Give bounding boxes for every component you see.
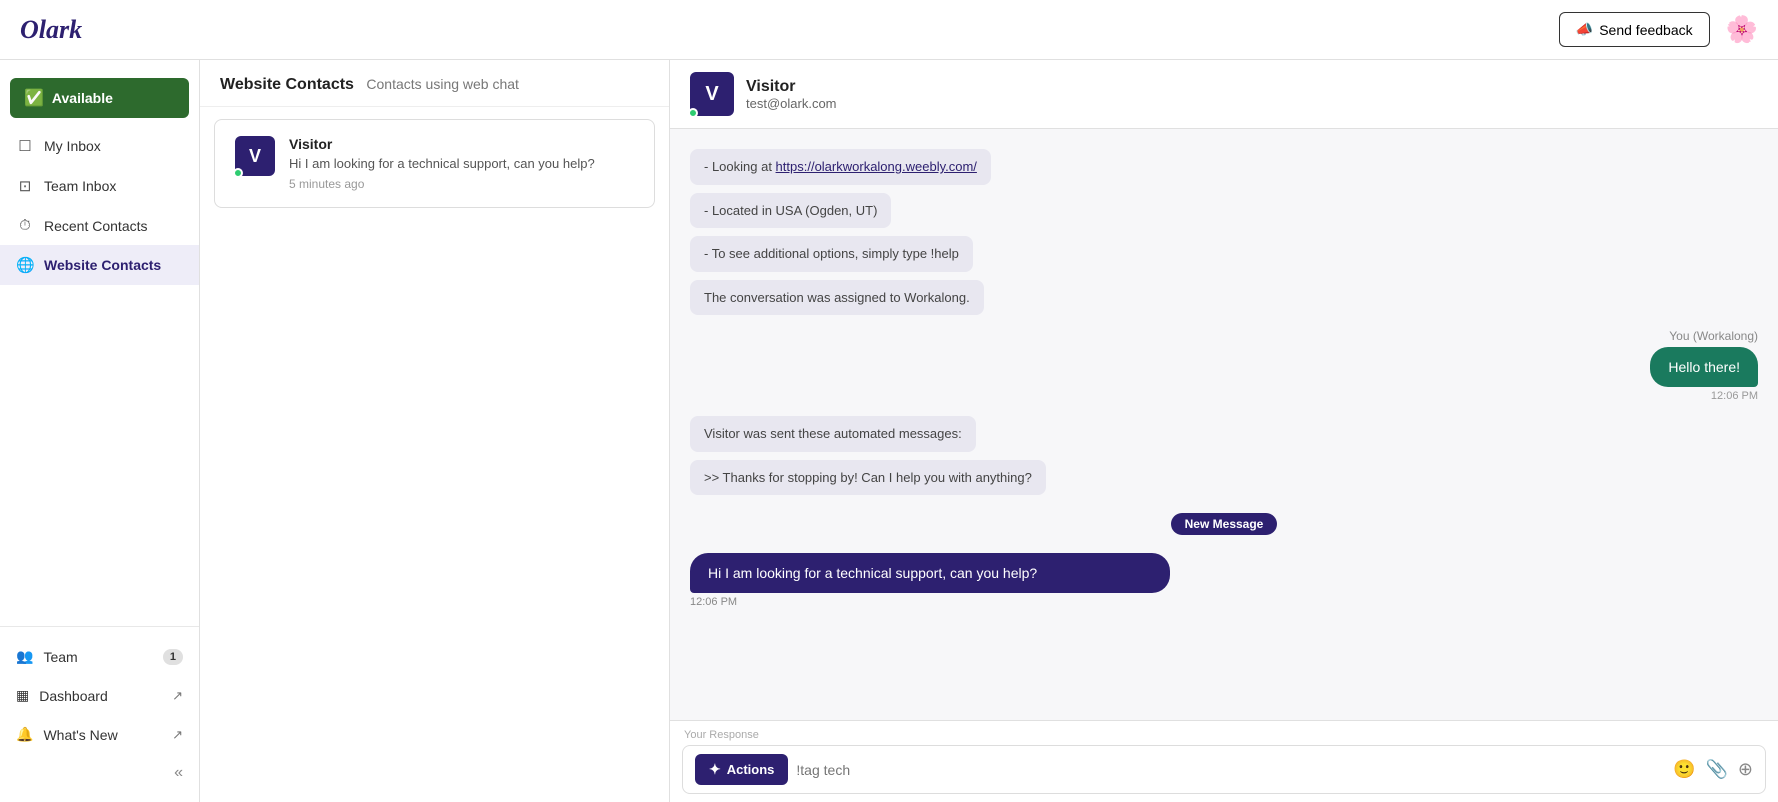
dashboard-label: Dashboard (39, 688, 108, 704)
agent-message-wrap: You (Workalong) Hello there! 12:06 PM (690, 329, 1758, 402)
contact-message: Hi I am looking for a technical support,… (289, 155, 634, 173)
chat-input-area: Your Response ✦ Actions 🙂 📎 ⊕ (670, 720, 1778, 802)
sidebar-label-my-inbox: My Inbox (44, 138, 101, 154)
visitor-msg-time: 12:06 PM (690, 596, 1758, 608)
chat-visitor-name: Visitor (746, 78, 837, 96)
automated-message-2: >> Thanks for stopping by! Can I help yo… (690, 460, 1046, 496)
visitor-message-wrap: Hi I am looking for a technical support,… (690, 553, 1758, 608)
contact-info: Visitor Hi I am looking for a technical … (289, 136, 634, 191)
team-badge: 1 (163, 649, 183, 665)
send-feedback-button[interactable]: 📣 Send feedback (1559, 12, 1710, 47)
whats-new-label: What's New (43, 727, 117, 743)
actions-button[interactable]: ✦ Actions (695, 754, 788, 785)
sidebar-top: ✅ Available ☐ My Inbox ⊡ Team Inbox ⏱ Re… (0, 60, 199, 626)
sidebar-label-website-contacts: Website Contacts (44, 257, 161, 273)
team-inbox-icon: ⊡ (16, 177, 34, 195)
contact-list-subtitle: Contacts using web chat (366, 76, 519, 92)
topbar-right: 📣 Send feedback 🌸 (1559, 12, 1758, 47)
whats-new-external-icon: ↗ (172, 727, 183, 743)
dashboard-icon: ▦ (16, 687, 29, 704)
agent-msg-time: 12:06 PM (1711, 390, 1758, 402)
logo: Olark (20, 15, 82, 45)
chat-header-info: Visitor test@olark.com (746, 78, 837, 111)
avatar: V (235, 136, 275, 176)
available-button[interactable]: ✅ Available (10, 78, 189, 118)
system-message-4: The conversation was assigned to Workalo… (690, 280, 984, 316)
contact-list-header: Website Contacts Contacts using web chat (200, 60, 669, 107)
sidebar-item-my-inbox[interactable]: ☐ My Inbox (0, 126, 199, 166)
sidebar-item-dashboard[interactable]: ▦ Dashboard ↗ (0, 676, 199, 715)
sidebar-item-team-inbox[interactable]: ⊡ Team Inbox (0, 166, 199, 206)
team-icon: 👥 (16, 648, 33, 665)
clock-icon: ⏱ (16, 217, 34, 234)
website-link[interactable]: https://olarkworkalong.weebly.com/ (776, 159, 977, 174)
input-icons: 🙂 📎 ⊕ (1673, 759, 1753, 780)
input-label: Your Response (684, 729, 1766, 741)
flower-icon: 🌸 (1726, 14, 1758, 45)
contact-time: 5 minutes ago (289, 177, 634, 191)
wand-icon: ✦ (709, 761, 721, 778)
chat-online-indicator (688, 108, 698, 118)
input-row: ✦ Actions 🙂 📎 ⊕ (682, 745, 1766, 794)
sidebar-item-whats-new[interactable]: 🔔 What's New ↗ (0, 715, 199, 754)
automated-message-1: Visitor was sent these automated message… (690, 416, 976, 452)
contact-list-panel: Website Contacts Contacts using web chat… (200, 60, 670, 802)
visitor-bubble: Hi I am looking for a technical support,… (690, 553, 1170, 593)
main-layout: ✅ Available ☐ My Inbox ⊡ Team Inbox ⏱ Re… (0, 60, 1778, 802)
sidebar-item-website-contacts[interactable]: 🌐 Website Contacts (0, 245, 199, 285)
attachment-icon[interactable]: 📎 (1705, 759, 1727, 780)
emoji-icon[interactable]: 🙂 (1673, 759, 1695, 780)
collapse-sidebar-button[interactable]: « (0, 754, 199, 792)
contact-name: Visitor (289, 136, 634, 152)
chat-panel: V Visitor test@olark.com - Looking at ht… (670, 60, 1778, 802)
available-label: Available (52, 90, 113, 106)
agent-bubble: Hello there! (1650, 347, 1758, 387)
contact-list-title: Website Contacts (220, 76, 354, 93)
chat-avatar: V (690, 72, 734, 116)
team-label: Team (43, 649, 77, 665)
sidebar: ✅ Available ☐ My Inbox ⊡ Team Inbox ⏱ Re… (0, 60, 200, 802)
chat-header: V Visitor test@olark.com (670, 60, 1778, 129)
new-message-divider: New Message (690, 513, 1758, 535)
actions-label: Actions (727, 762, 775, 777)
system-message-1: - Looking at https://olarkworkalong.weeb… (690, 149, 991, 185)
system-message-3: - To see additional options, simply type… (690, 236, 973, 272)
external-link-icon: ↗ (172, 688, 183, 704)
contact-card[interactable]: V Visitor Hi I am looking for a technica… (214, 119, 655, 208)
sidebar-item-recent-contacts[interactable]: ⏱ Recent Contacts (0, 206, 199, 245)
check-icon: ✅ (24, 88, 44, 108)
sidebar-label-recent-contacts: Recent Contacts (44, 218, 148, 234)
globe-icon: 🌐 (16, 256, 34, 274)
send-icon[interactable]: ⊕ (1738, 759, 1753, 780)
online-indicator (233, 168, 243, 178)
inbox-icon: ☐ (16, 137, 34, 155)
chat-visitor-email: test@olark.com (746, 96, 837, 111)
chat-messages: - Looking at https://olarkworkalong.weeb… (670, 129, 1778, 720)
sidebar-bottom: 👥 Team 1 ▦ Dashboard ↗ 🔔 What's New ↗ (0, 626, 199, 802)
response-input[interactable] (796, 762, 1665, 778)
topbar: Olark 📣 Send feedback 🌸 (0, 0, 1778, 60)
sidebar-item-team[interactable]: 👥 Team 1 (0, 637, 199, 676)
sidebar-label-team-inbox: Team Inbox (44, 178, 116, 194)
megaphone-icon: 📣 (1576, 21, 1593, 38)
bell-icon: 🔔 (16, 726, 33, 743)
agent-label: You (Workalong) (1669, 329, 1758, 343)
system-message-2: - Located in USA (Ogden, UT) (690, 193, 891, 229)
